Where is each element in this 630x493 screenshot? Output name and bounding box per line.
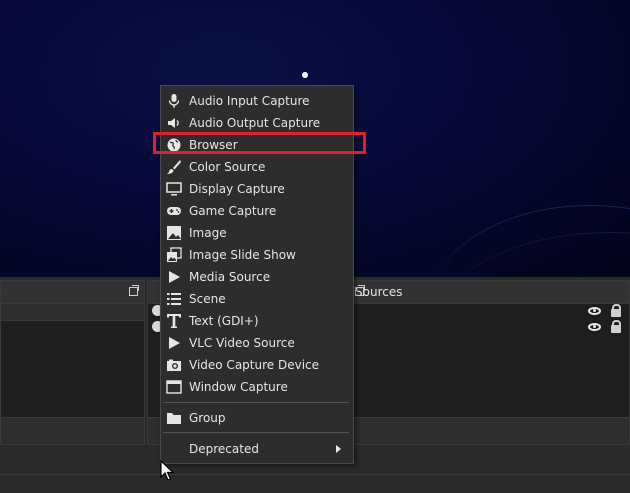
menu-item-audio-input-capture[interactable]: Audio Input Capture: [161, 90, 353, 112]
gamepad-icon: [167, 207, 181, 215]
menu-item-label: Scene: [189, 292, 226, 306]
menu-item-window-capture[interactable]: Window Capture: [161, 376, 353, 398]
play-icon: [169, 337, 180, 349]
menu-item-label: Image Slide Show: [189, 248, 296, 262]
menu-item-label: Video Capture Device: [189, 358, 320, 372]
menu-item-text-gdi[interactable]: Text (GDI+): [161, 310, 353, 332]
menu-item-label: Image: [189, 226, 227, 240]
menu-item-media-source[interactable]: Media Source: [161, 266, 353, 288]
list-icon: [167, 293, 181, 305]
eye-icon[interactable]: [588, 323, 601, 331]
float-dock-icon[interactable]: [355, 285, 365, 296]
chevron-right-icon: [336, 445, 341, 453]
menu-item-vlc-video-source[interactable]: VLC Video Source: [161, 332, 353, 354]
lock-icon[interactable]: [611, 320, 621, 333]
folder-icon: [167, 413, 181, 424]
scenes-dock: [0, 280, 145, 445]
slideshow-icon: [167, 247, 182, 262]
menu-item-display-capture[interactable]: Display Capture: [161, 178, 353, 200]
menu-item-image-slide-show[interactable]: Image Slide Show: [161, 244, 353, 266]
eye-icon[interactable]: [588, 307, 601, 315]
lock-icon[interactable]: [611, 304, 621, 317]
menu-item-color-source[interactable]: Color Source: [161, 156, 353, 178]
text-icon: [167, 314, 181, 328]
menu-item-scene[interactable]: Scene: [161, 288, 353, 310]
menu-item-audio-output-capture[interactable]: Audio Output Capture: [161, 112, 353, 134]
menu-item-video-capture-device[interactable]: Video Capture Device: [161, 354, 353, 376]
menu-item-game-capture[interactable]: Game Capture: [161, 200, 353, 222]
camera-icon: [167, 359, 181, 371]
speaker-icon: [168, 118, 179, 128]
scene-list-item[interactable]: [1, 304, 144, 321]
play-icon: [169, 271, 180, 283]
menu-item-label: VLC Video Source: [189, 336, 295, 350]
image-icon: [167, 226, 181, 240]
menu-separator: [163, 402, 349, 403]
menu-item-label: Game Capture: [189, 204, 277, 218]
menu-item-label: Window Capture: [189, 380, 288, 394]
scenes-toolbar: [1, 417, 144, 444]
transform-handle[interactable]: [302, 72, 308, 78]
menu-item-label: Color Source: [189, 160, 266, 174]
highlight-box: [153, 132, 366, 154]
microphone-icon: [168, 94, 180, 108]
float-dock-icon[interactable]: [129, 285, 139, 296]
window-icon: [166, 380, 182, 394]
menu-item-label: Text (GDI+): [189, 314, 259, 328]
menu-item-label: Group: [189, 411, 226, 425]
monitor-icon: [166, 182, 182, 196]
status-bar: [0, 474, 630, 493]
menu-item-image[interactable]: Image: [161, 222, 353, 244]
menu-item-label: Display Capture: [189, 182, 285, 196]
menu-item-deprecated[interactable]: Deprecated: [161, 438, 353, 460]
menu-item-label: Deprecated: [189, 442, 259, 456]
scenes-dock-title: [1, 281, 144, 304]
menu-item-group[interactable]: Group: [161, 407, 353, 429]
paintbrush-icon: [167, 160, 181, 174]
menu-item-label: Audio Output Capture: [189, 116, 321, 130]
menu-separator: [163, 432, 349, 433]
menu-item-label: Media Source: [189, 270, 271, 284]
menu-item-label: Audio Input Capture: [189, 94, 310, 108]
mouse-cursor-icon: [160, 460, 175, 481]
